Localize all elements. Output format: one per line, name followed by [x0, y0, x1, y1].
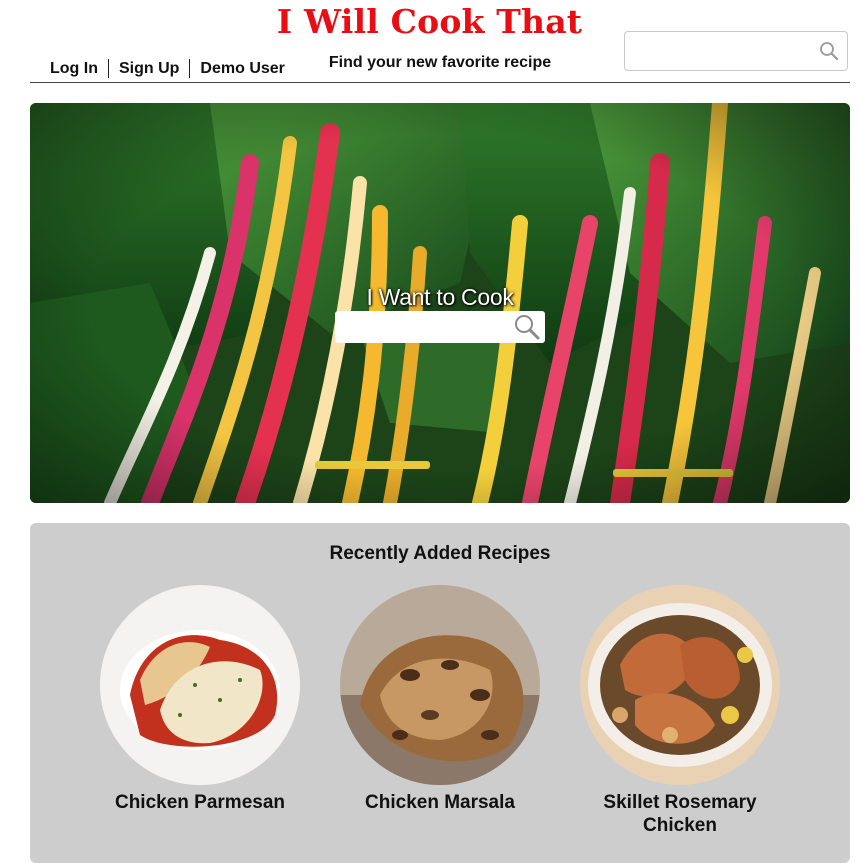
- header-search-box: [624, 31, 848, 71]
- hero-heading: I Want to Cook: [366, 284, 514, 310]
- header-search-input[interactable]: [633, 33, 817, 71]
- hero-search-input[interactable]: [341, 312, 510, 344]
- login-link[interactable]: Log In: [40, 59, 109, 78]
- recipe-name[interactable]: Chicken Marsala: [340, 791, 540, 814]
- recipe-name[interactable]: Chicken Parmesan: [100, 791, 300, 814]
- recent-recipes-panel: Recently Added Recipes Chicken Parmesan …: [30, 523, 850, 863]
- auth-nav: Log In Sign Up Demo User: [40, 59, 295, 78]
- recipe-name[interactable]: Skillet Rosemary Chicken: [580, 791, 780, 837]
- recent-recipes-heading: Recently Added Recipes: [329, 543, 551, 564]
- recipe-photo[interactable]: [100, 585, 300, 785]
- search-icon[interactable]: [819, 41, 839, 61]
- demo-user-link[interactable]: Demo User: [190, 59, 294, 78]
- search-icon[interactable]: [513, 313, 541, 341]
- site-header: I Will Cook That Find your new favorite …: [0, 0, 859, 84]
- hero-search-box: [335, 311, 545, 344]
- recipe-card-chicken-marsala[interactable]: Chicken Marsala: [340, 585, 540, 814]
- hero-banner: I Want to Cook: [30, 103, 850, 503]
- signup-link[interactable]: Sign Up: [109, 59, 191, 78]
- recipe-photo[interactable]: [580, 585, 780, 785]
- recipe-photo[interactable]: [340, 585, 540, 785]
- recipe-card-skillet-rosemary-chicken[interactable]: Skillet Rosemary Chicken: [580, 585, 780, 837]
- header-divider: [30, 82, 850, 83]
- recipe-card-chicken-parmesan[interactable]: Chicken Parmesan: [100, 585, 300, 814]
